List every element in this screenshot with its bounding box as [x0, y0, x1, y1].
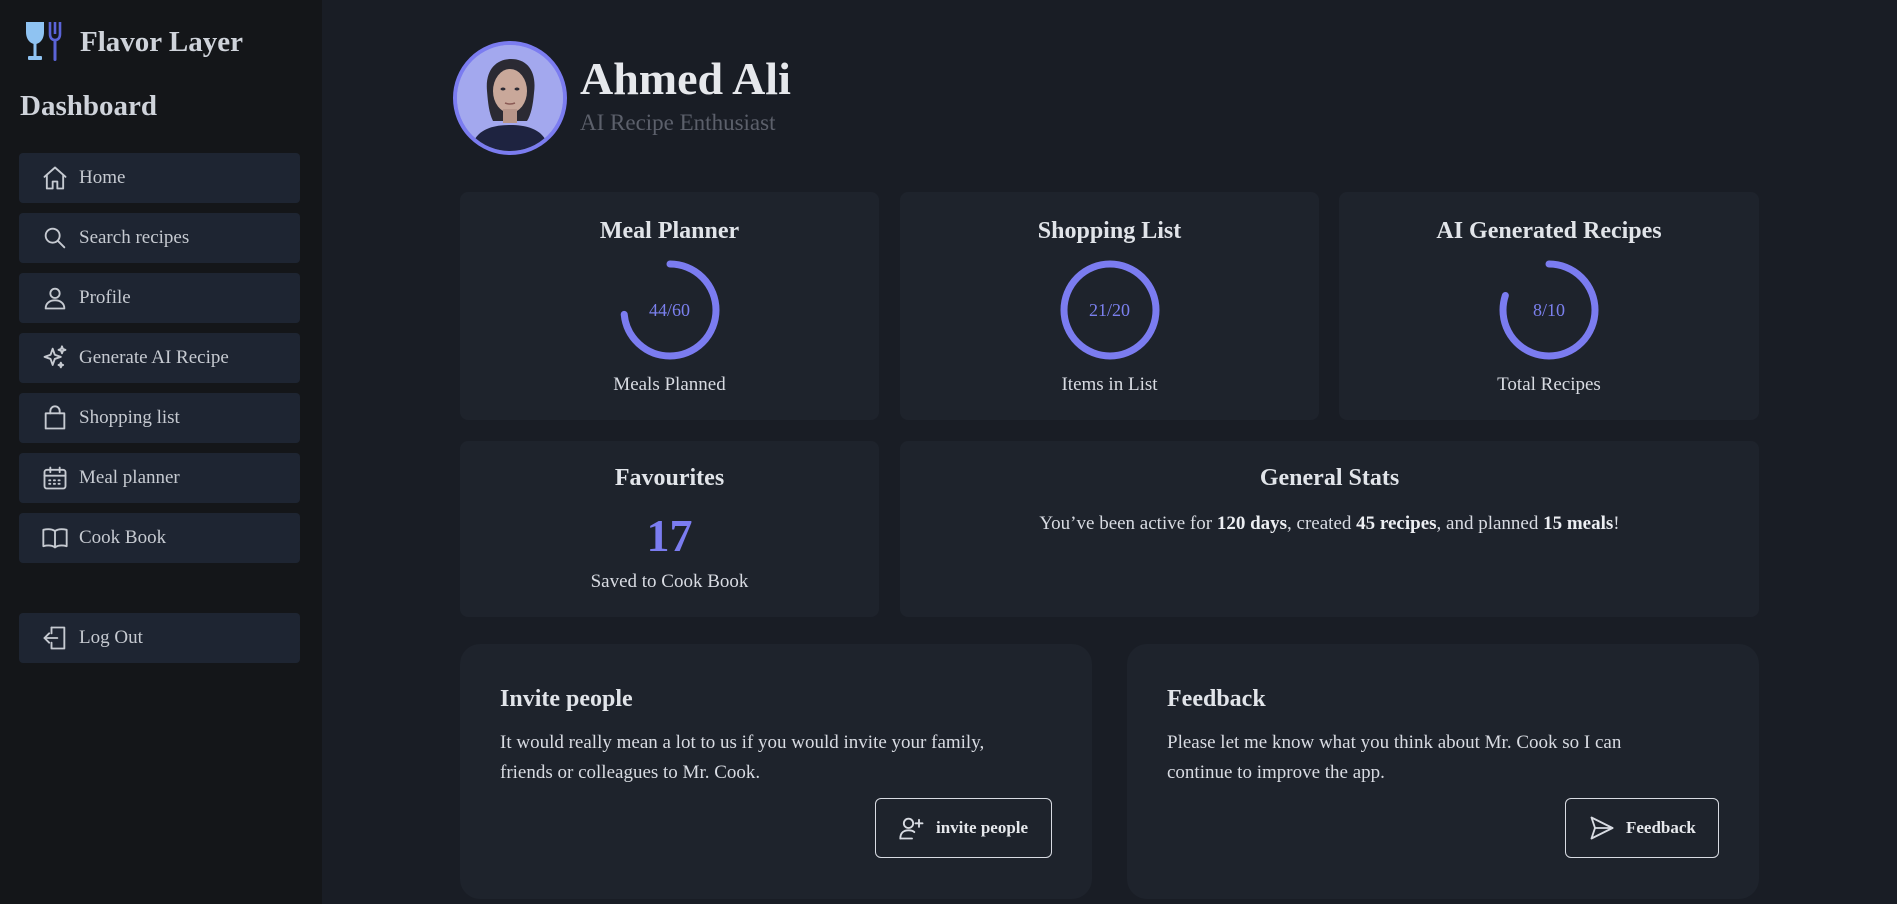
progress-ring: 21/20	[1056, 256, 1164, 364]
sidebar-item-meal-planner[interactable]: Meal planner	[19, 453, 300, 503]
meals-count: 15 meals	[1543, 513, 1614, 534]
general-stats-card: General Stats You’ve been active for 120…	[900, 441, 1759, 617]
logout-icon	[41, 624, 69, 652]
sidebar-heading: Dashboard	[20, 90, 157, 122]
sidebar-item-label: Shopping list	[79, 407, 180, 428]
user-name: Ahmed Ali	[580, 53, 791, 104]
progress-value: 44/60	[648, 300, 690, 320]
sidebar-item-label: Profile	[79, 287, 131, 308]
sparkles-icon	[41, 344, 69, 372]
favourites-card: Favourites 17 Saved to Cook Book	[460, 441, 879, 617]
sidebar-item-generate-ai-recipe[interactable]: Generate AI Recipe	[19, 333, 300, 383]
card-subtitle: Saved to Cook Book	[590, 571, 749, 592]
feedback-text: Please let me know what you think about …	[1167, 732, 1622, 783]
send-icon	[1590, 816, 1614, 840]
invite-people-button[interactable]: invite people	[875, 798, 1052, 858]
invite-card: Invite people It would really mean a lot…	[460, 644, 1092, 899]
progress-ring: 44/60	[616, 256, 724, 364]
brand[interactable]: Flavor Layer	[24, 20, 243, 64]
card-title: Meal Planner	[599, 218, 740, 244]
sidebar-item-label: Meal planner	[79, 467, 180, 488]
card-title: AI Generated Recipes	[1436, 218, 1662, 244]
card-subtitle: Items in List	[1061, 374, 1158, 395]
progress-value: 21/20	[1088, 300, 1130, 320]
sidebar-item-label: Generate AI Recipe	[79, 347, 229, 368]
progress-ring: 8/10	[1495, 256, 1603, 364]
feedback-button[interactable]: Feedback	[1565, 798, 1719, 858]
sidebar-item-cook-book[interactable]: Cook Book	[19, 513, 300, 563]
invite-text: It would really mean a lot to us if you …	[500, 732, 985, 783]
user-icon	[41, 284, 69, 312]
recipes-count: 45 recipes	[1356, 513, 1437, 534]
home-icon	[41, 164, 69, 192]
logout-button[interactable]: Log Out	[19, 613, 300, 663]
wine-glass-fork-logo-icon	[26, 22, 62, 61]
sidebar-item-shopping-list[interactable]: Shopping list	[19, 393, 300, 443]
favourites-count: 17	[646, 510, 693, 561]
card-subtitle: Meals Planned	[613, 374, 726, 395]
calendar-icon	[41, 464, 69, 492]
sidebar-item-label: Search recipes	[79, 227, 190, 248]
shopping-list-card: Shopping List 21/20 Items in List	[900, 192, 1319, 420]
active-days: 120 days	[1216, 513, 1288, 534]
feedback-card: Feedback Please let me know what you thi…	[1127, 644, 1759, 899]
feedback-title: Feedback	[1167, 686, 1266, 712]
ai-recipes-card: AI Generated Recipes 8/10 Total Recipes	[1339, 192, 1759, 420]
avatar	[453, 41, 567, 155]
sidebar-item-label: Cook Book	[79, 527, 167, 548]
sidebar-item-home[interactable]: Home	[19, 153, 300, 203]
avatar-portrait-image	[457, 45, 563, 151]
user-plus-icon	[899, 817, 924, 840]
meal-planner-card: Meal Planner 44/60 Meals Planned	[460, 192, 879, 420]
sidebar-item-label: Home	[79, 167, 126, 188]
card-subtitle: Total Recipes	[1497, 374, 1601, 395]
brand-name: Flavor Layer	[80, 25, 243, 58]
logout-label: Log Out	[79, 627, 143, 648]
sidebar-item-search-recipes[interactable]: Search recipes	[19, 213, 300, 263]
card-title: Shopping List	[1037, 218, 1182, 244]
card-title: Favourites	[614, 465, 725, 491]
invite-title: Invite people	[500, 686, 633, 712]
progress-value: 8/10	[1532, 300, 1565, 320]
shopping-bag-icon	[41, 404, 69, 432]
invite-people-label: invite people	[936, 818, 1029, 837]
search-icon	[41, 224, 69, 252]
general-stats-text: You’ve been active for 120 days, created…	[1039, 513, 1620, 534]
user-role: AI Recipe Enthusiast	[580, 110, 776, 135]
book-icon	[41, 524, 69, 552]
sidebar: Flavor Layer Dashboard Home Search recip…	[0, 0, 322, 904]
sidebar-item-profile[interactable]: Profile	[19, 273, 300, 323]
feedback-label: Feedback	[1626, 818, 1696, 837]
card-title: General Stats	[1259, 465, 1400, 491]
